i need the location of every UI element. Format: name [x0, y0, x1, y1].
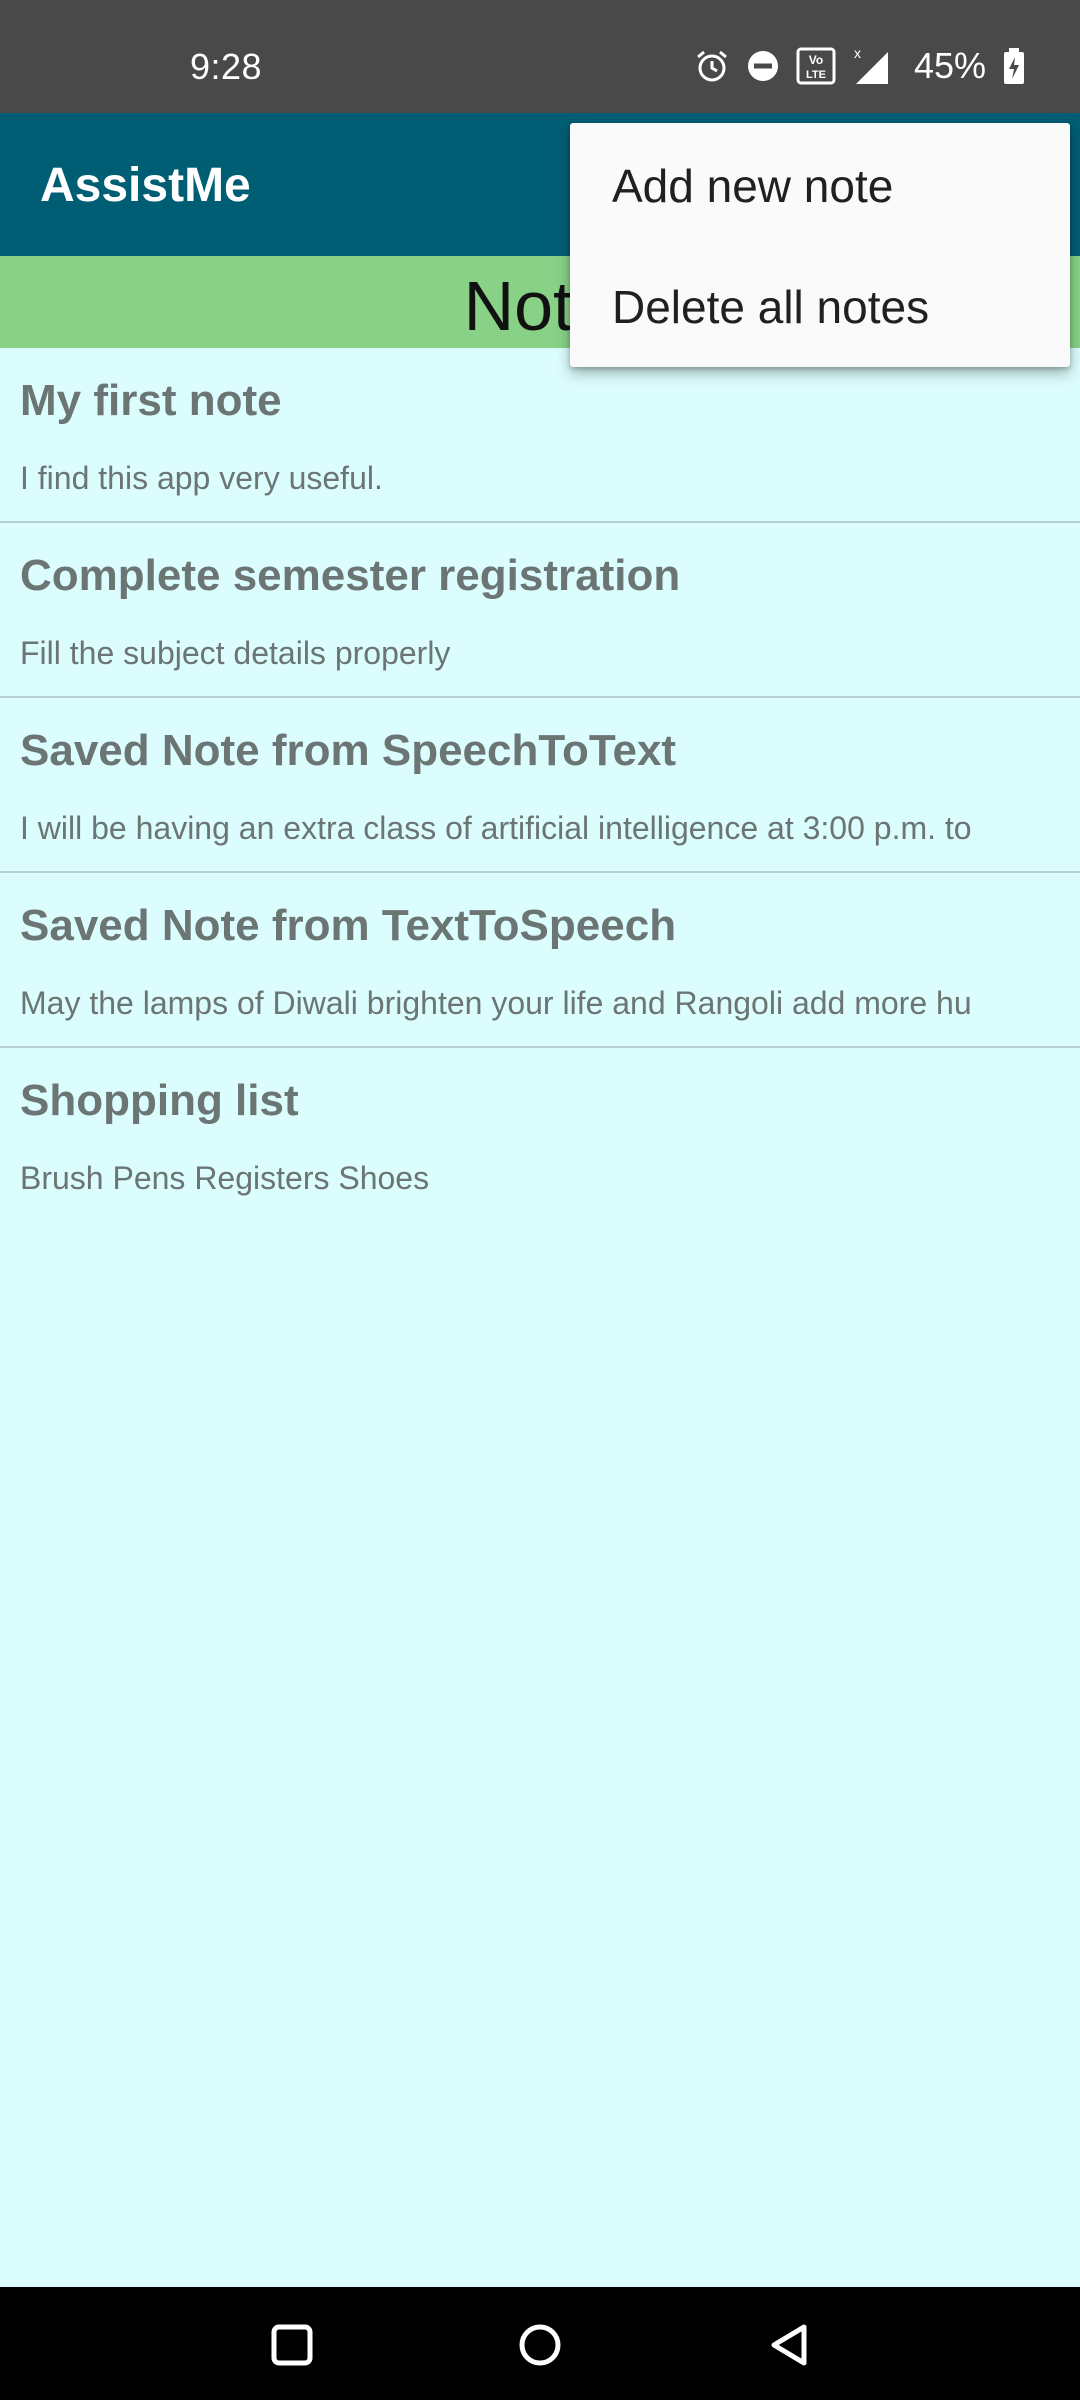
svg-text:Vo: Vo	[809, 53, 823, 67]
note-title: Complete semester registration	[20, 551, 681, 600]
battery-charging-icon	[1004, 48, 1024, 84]
battery-level: 45%	[913, 45, 986, 86]
status-time: 9:28	[190, 46, 263, 87]
svg-text:LTE: LTE	[806, 69, 826, 81]
note-item[interactable]: Shopping list Brush Pens Registers Shoes	[0, 1048, 1080, 1223]
recent-apps-icon[interactable]	[262, 2315, 322, 2375]
overflow-menu: Add new note Delete all notes	[570, 123, 1070, 367]
note-title: My first note	[20, 376, 282, 425]
alarm-icon	[696, 50, 727, 82]
note-body: I will be having an extra class of artif…	[20, 810, 972, 846]
note-title: Saved Note from TextToSpeech	[20, 901, 677, 950]
note-body: Fill the subject details properly	[20, 635, 451, 671]
note-item[interactable]: My first note I find this app very usefu…	[0, 348, 1080, 523]
note-item[interactable]: Saved Note from TextToSpeech May the lam…	[0, 873, 1080, 1048]
note-item[interactable]: Saved Note from SpeechToText I will be h…	[0, 698, 1080, 873]
home-icon[interactable]	[510, 2315, 570, 2375]
volte-icon: Vo LTE	[796, 47, 836, 85]
back-icon[interactable]	[760, 2315, 820, 2375]
note-body: Brush Pens Registers Shoes	[20, 1160, 430, 1196]
note-title: Saved Note from SpeechToText	[20, 726, 677, 775]
menu-item-add-new-note[interactable]: Add new note	[570, 126, 1070, 246]
status-bar: 9:28 Vo LTE x 45%	[0, 0, 1080, 113]
do-not-disturb-icon	[747, 51, 778, 81]
notes-list: My first note I find this app very usefu…	[0, 348, 1080, 1223]
navigation-bar	[0, 2287, 1080, 2400]
note-body: May the lamps of Diwali brighten your li…	[20, 985, 972, 1021]
note-item[interactable]: Complete semester registration Fill the …	[0, 523, 1080, 698]
menu-item-delete-all-notes[interactable]: Delete all notes	[570, 247, 1070, 367]
status-icons: Vo LTE x 45%	[694, 44, 1026, 88]
svg-text:x: x	[854, 46, 861, 61]
signal-icon: x	[854, 46, 888, 84]
note-title: Shopping list	[20, 1076, 299, 1125]
app-title: AssistMe	[40, 159, 251, 212]
note-body: I find this app very useful.	[20, 460, 383, 496]
